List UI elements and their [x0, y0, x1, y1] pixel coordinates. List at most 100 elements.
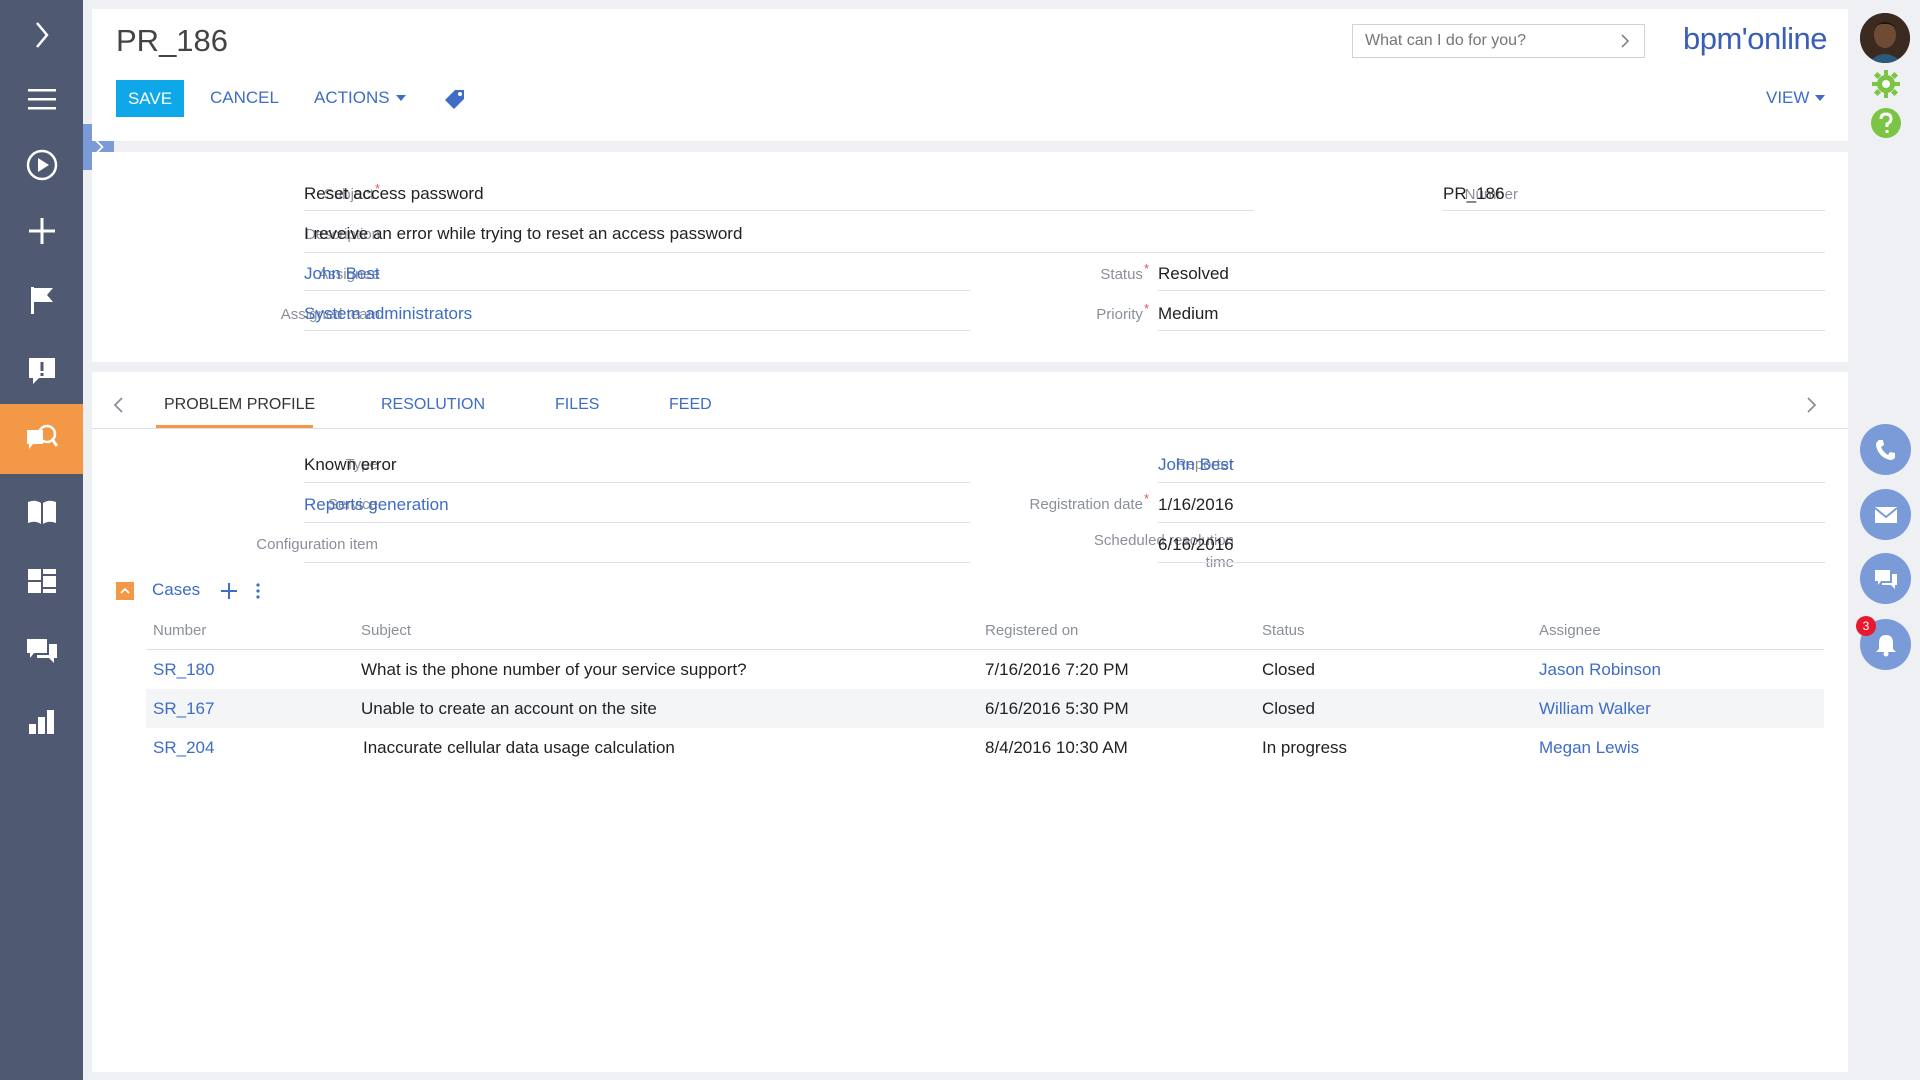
registration-date-field[interactable]: 1/16/2016 [1158, 495, 1234, 515]
actions-label: ACTIONS [314, 88, 390, 107]
service-field[interactable]: Reports generation [304, 495, 449, 515]
cases-title[interactable]: Cases [152, 580, 200, 600]
analytics-chart-icon[interactable] [0, 686, 83, 756]
view-dropdown[interactable]: VIEW [1766, 88, 1826, 108]
case-assignee[interactable]: Megan Lewis [1539, 738, 1639, 758]
description-field[interactable]: I reveive an error while trying to reset… [304, 224, 742, 244]
case-registered-on: 7/16/2016 7:20 PM [985, 660, 1129, 679]
tab-feed[interactable]: FEED [669, 396, 712, 414]
number-underline [1443, 210, 1825, 211]
cancel-label: CANCEL [210, 88, 279, 107]
search-input[interactable] [1365, 32, 1618, 50]
user-avatar[interactable] [1860, 13, 1910, 63]
status-field[interactable]: Resolved [1158, 264, 1229, 284]
email-envelope-icon[interactable] [1860, 489, 1911, 540]
chat-bubbles-icon[interactable] [0, 616, 83, 686]
priority-label: Priority* [1096, 301, 1149, 323]
column-header-subject[interactable]: Subject [361, 622, 411, 639]
help-question-icon[interactable] [1870, 107, 1902, 139]
assigned-team-underline [304, 330, 970, 331]
add-icon[interactable] [0, 196, 83, 266]
table-row[interactable]: SR_167 Unable to create an account on th… [146, 689, 1824, 728]
page-header: PR_186 SAVE CANCEL ACTIONS bpm'online VI… [92, 9, 1848, 141]
cancel-button[interactable]: CANCEL [210, 88, 279, 108]
status-label: Status* [1100, 261, 1149, 283]
column-header-status[interactable]: Status [1262, 622, 1305, 639]
case-number[interactable]: SR_180 [153, 660, 214, 680]
flag-icon[interactable] [0, 265, 83, 335]
registration-date-underline [1158, 522, 1825, 523]
table-row[interactable]: SR_204 Inaccurate cellular data usage ca… [146, 728, 1824, 767]
case-registered-on: 6/16/2016 5:30 PM [985, 699, 1129, 718]
page-title: PR_186 [116, 23, 229, 58]
tabs-scroll-left-icon[interactable] [112, 396, 126, 414]
priority-field[interactable]: Medium [1158, 304, 1218, 324]
chevron-right-icon[interactable] [1618, 34, 1632, 48]
view-label: VIEW [1766, 88, 1810, 107]
case-subject: What is the phone number of your service… [361, 660, 747, 679]
expand-menu-icon[interactable] [0, 0, 83, 70]
tabs-scroll-right-icon[interactable] [1804, 396, 1818, 414]
more-options-icon[interactable] [254, 582, 262, 600]
case-status: Closed [1262, 660, 1315, 679]
tag-icon[interactable] [444, 88, 466, 110]
case-subject: Unable to create an account on the site [361, 699, 657, 718]
tab-problem-profile[interactable]: PROBLEM PROFILE [164, 396, 315, 414]
priority-underline [1158, 330, 1825, 331]
description-underline [304, 252, 1825, 253]
cases-alert-icon[interactable] [0, 335, 83, 405]
configuration-item-underline [304, 562, 970, 563]
assignee-underline [304, 290, 970, 291]
tabs-divider [92, 428, 1848, 429]
subject-field[interactable]: Reset access password [304, 184, 484, 204]
status-underline [1158, 290, 1825, 291]
number-field[interactable]: PR_186 [1443, 184, 1504, 204]
chat-icon[interactable] [1860, 553, 1911, 604]
type-underline [304, 482, 970, 483]
configuration-item-label: Configuration item [256, 536, 378, 553]
case-number[interactable]: SR_204 [153, 738, 214, 758]
detail-tabs-panel: PROBLEM PROFILE RESOLUTION FILES FEED Ty… [92, 372, 1848, 1072]
knowledge-base-book-icon[interactable] [0, 477, 83, 547]
case-assignee[interactable]: William Walker [1539, 699, 1651, 719]
case-status: Closed [1262, 699, 1315, 718]
caret-down-icon [395, 95, 406, 101]
command-search-box[interactable] [1352, 24, 1645, 58]
case-registered-on: 8/4/2016 10:30 AM [985, 738, 1128, 757]
column-header-number[interactable]: Number [153, 622, 206, 639]
tab-resolution[interactable]: RESOLUTION [381, 396, 485, 414]
notification-count-badge: 3 [1856, 616, 1876, 636]
dashboard-tiles-icon[interactable] [0, 546, 83, 616]
scheduled-resolution-underline [1158, 562, 1825, 563]
table-row[interactable]: SR_180 What is the phone number of your … [146, 650, 1824, 689]
reporter-underline [1158, 482, 1825, 483]
reporter-field[interactable]: John Best [1158, 455, 1234, 475]
type-field[interactable]: Known error [304, 455, 397, 475]
hamburger-menu-icon[interactable] [0, 64, 83, 134]
problem-header-form: Subject* Reset access password Number PR… [92, 152, 1848, 362]
save-button[interactable]: SAVE [116, 80, 184, 117]
brand-logo: bpm'online [1683, 21, 1827, 56]
case-assignee[interactable]: Jason Robinson [1539, 660, 1661, 680]
process-play-icon[interactable] [0, 130, 83, 200]
add-case-icon[interactable] [220, 582, 238, 600]
case-number[interactable]: SR_167 [153, 699, 214, 719]
case-status: In progress [1262, 738, 1348, 757]
assignee-field[interactable]: John Best [304, 264, 380, 284]
actions-dropdown[interactable]: ACTIONS [314, 88, 406, 108]
tab-files[interactable]: FILES [555, 396, 599, 414]
scheduled-resolution-field[interactable]: 6/16/2016 [1158, 535, 1234, 555]
phone-call-icon[interactable] [1860, 424, 1911, 475]
column-header-registered-on[interactable]: Registered on [985, 622, 1078, 639]
caret-down-icon [1815, 95, 1826, 101]
service-underline [304, 522, 970, 523]
subject-underline [304, 210, 1254, 211]
sidebar [0, 0, 83, 1080]
column-header-assignee[interactable]: Assignee [1539, 622, 1601, 639]
collapse-cases-icon[interactable] [116, 582, 134, 600]
settings-gear-icon[interactable] [1870, 68, 1902, 100]
case-subject: Inaccurate cellular data usage calculati… [363, 738, 675, 757]
assigned-team-field[interactable]: System administrators [304, 304, 472, 324]
registration-date-label: Registration date* [1029, 491, 1149, 513]
problems-search-icon[interactable] [0, 404, 83, 474]
